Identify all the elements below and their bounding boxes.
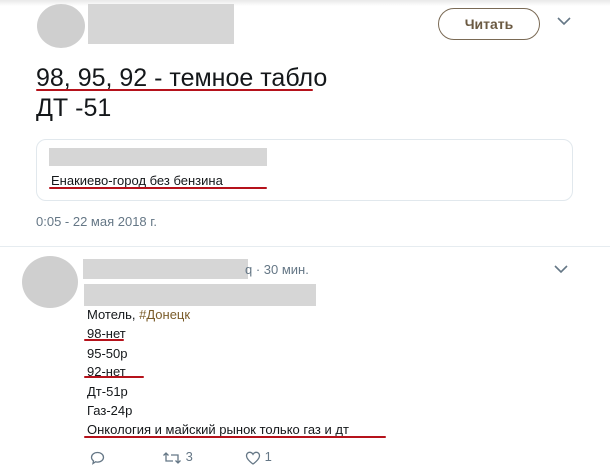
redacted-reply-text bbox=[84, 284, 316, 306]
chevron-down-icon[interactable] bbox=[556, 14, 572, 30]
redacted-reply-author[interactable] bbox=[83, 259, 248, 279]
annotation-underline bbox=[84, 376, 144, 378]
quoted-tweet-card[interactable]: Енакиево-город без бензина bbox=[36, 139, 573, 201]
redacted-author-name[interactable] bbox=[88, 4, 234, 44]
avatar[interactable] bbox=[37, 4, 85, 48]
like-action[interactable]: 1 bbox=[245, 449, 272, 465]
divider bbox=[0, 246, 610, 247]
reply-line-6: Газ-24р bbox=[87, 403, 133, 418]
annotation-underline bbox=[36, 89, 313, 91]
read-button[interactable]: Читать bbox=[438, 8, 540, 40]
retweet-action[interactable]: 3 bbox=[162, 449, 193, 465]
tweet-timestamp[interactable]: 0:05 - 22 мая 2018 г. bbox=[36, 214, 157, 229]
annotation-underline bbox=[49, 187, 267, 189]
hashtag-link[interactable]: #Донецк bbox=[139, 307, 190, 322]
reply-time[interactable]: q · 30 мин. bbox=[245, 262, 309, 277]
tweet-text-line-1: 98, 95, 92 - темное табло bbox=[36, 64, 328, 92]
annotation-underline bbox=[84, 436, 386, 438]
annotation-underline bbox=[84, 339, 124, 341]
chevron-down-icon[interactable] bbox=[553, 262, 569, 278]
reply-action[interactable] bbox=[90, 449, 105, 465]
reply-avatar[interactable] bbox=[22, 256, 78, 308]
retweet-icon bbox=[162, 449, 182, 464]
like-count: 1 bbox=[264, 449, 272, 464]
reply-line-1: Мотель, #Донецк bbox=[87, 307, 190, 323]
heart-icon bbox=[245, 449, 261, 465]
reply-line-text: Мотель, bbox=[87, 307, 140, 322]
redacted-quoted-author bbox=[49, 148, 267, 166]
tweet-text-line-2: ДТ -51 bbox=[36, 94, 112, 122]
quoted-tweet-text: Енакиево-город без бензина bbox=[51, 173, 223, 188]
reply-icon bbox=[90, 449, 105, 465]
retweet-count: 3 bbox=[185, 449, 193, 464]
reply-line-3: 95-50р bbox=[87, 346, 128, 361]
reply-line-5: Дт-51р bbox=[87, 384, 128, 399]
